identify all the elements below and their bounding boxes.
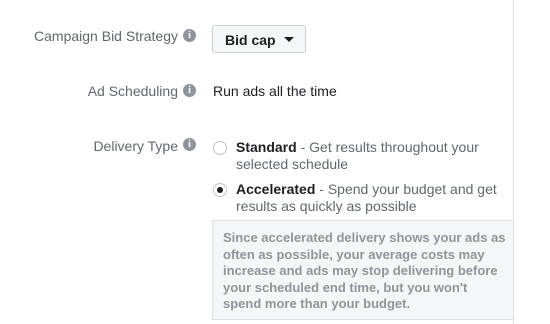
standard-option[interactable]: Standard - Get results throughout your s…	[236, 139, 498, 173]
accelerated-option-separator: -	[315, 181, 328, 197]
standard-option-title: Standard	[236, 139, 297, 155]
accelerated-radio[interactable]	[213, 183, 227, 197]
accelerated-option-title: Accelerated	[236, 181, 316, 197]
accelerated-option[interactable]: Accelerated - Spend your budget and get …	[236, 181, 498, 215]
ad-scheduling-value: Run ads all the time	[213, 83, 337, 99]
bid-strategy-selected: Bid cap	[225, 32, 276, 48]
bid-strategy-label: Campaign Bid Strategy	[34, 28, 178, 44]
panel-right-border	[513, 0, 514, 324]
accelerated-delivery-note-text: Since accelerated delivery shows your ad…	[223, 230, 506, 311]
info-icon[interactable]: i	[183, 29, 196, 42]
info-icon[interactable]: i	[183, 138, 196, 151]
ad-scheduling-label: Ad Scheduling	[87, 83, 178, 99]
standard-option-separator: -	[296, 139, 310, 155]
standard-radio[interactable]	[213, 141, 227, 155]
info-icon[interactable]: i	[183, 84, 196, 97]
delivery-type-label: Delivery Type	[93, 138, 178, 154]
caret-down-icon	[284, 37, 294, 42]
accelerated-delivery-note: Since accelerated delivery shows your ad…	[212, 220, 513, 320]
radio-selected-dot	[217, 187, 223, 193]
bid-strategy-dropdown[interactable]: Bid cap	[212, 25, 306, 53]
